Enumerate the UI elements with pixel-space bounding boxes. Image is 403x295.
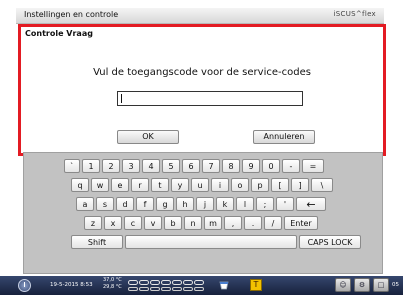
on-screen-keyboard: ` 1 2 3 4 5 6 7 8 9 0 - = q w e r t y u … [23, 152, 383, 274]
key[interactable]: [ [271, 178, 289, 192]
control-question-dialog: Controle Vraag Vul de toegangscode voor … [18, 24, 386, 156]
key[interactable]: p [251, 178, 269, 192]
shift-key[interactable]: Shift [71, 235, 123, 249]
power-icon[interactable] [18, 279, 31, 292]
sample-pill [183, 287, 193, 291]
key[interactable]: z [84, 216, 102, 230]
key[interactable]: i [211, 178, 229, 192]
key[interactable]: 7 [202, 159, 220, 173]
key[interactable]: \ [311, 178, 333, 192]
space-key[interactable] [125, 235, 297, 249]
sample-pill [128, 287, 138, 291]
key[interactable]: 4 [142, 159, 160, 173]
enter-key[interactable]: Enter [284, 216, 318, 230]
key[interactable]: f [136, 197, 154, 211]
title-bar: Instellingen en controle iSCUS^flex [16, 8, 384, 24]
brand-logo: iSCUS^flex [333, 10, 376, 18]
temperature-readout: 37,0 °C 29,8 °C [103, 277, 122, 291]
dialog-title: Controle Vraag [25, 29, 93, 38]
sample-pill [150, 287, 160, 291]
key[interactable]: x [104, 216, 122, 230]
key[interactable]: t [151, 178, 169, 192]
key[interactable]: q [71, 178, 89, 192]
temperature-2: 29,8 °C [103, 284, 122, 290]
text-caret [121, 94, 122, 103]
key[interactable]: 3 [122, 159, 140, 173]
backspace-key[interactable]: ← [296, 197, 326, 211]
sample-indicators [128, 287, 204, 291]
key[interactable]: 1 [82, 159, 100, 173]
key[interactable]: ' [276, 197, 294, 211]
key[interactable]: u [191, 178, 209, 192]
key[interactable]: 9 [242, 159, 260, 173]
dialog-prompt: Vul de toegangscode voor de service-code… [93, 67, 311, 78]
access-code-input[interactable] [117, 91, 303, 106]
sample-pill [139, 287, 149, 291]
window-title: Instellingen en controle [24, 10, 119, 19]
key[interactable]: g [156, 197, 174, 211]
sample-pill [194, 287, 204, 291]
status-pill [183, 280, 193, 285]
key[interactable]: s [96, 197, 114, 211]
key[interactable]: m [204, 216, 222, 230]
temperature-1: 37,0 °C [103, 277, 122, 283]
status-pill [194, 280, 204, 285]
key[interactable]: ` [64, 159, 80, 173]
user-icon[interactable]: ☺ [335, 278, 351, 292]
key[interactable]: 6 [182, 159, 200, 173]
key[interactable]: 8 [222, 159, 240, 173]
window-icon[interactable]: □ [373, 278, 389, 292]
key[interactable]: k [216, 197, 234, 211]
key[interactable]: - [282, 159, 300, 173]
date-time: 19-5-2015 8:53 [50, 282, 93, 288]
key[interactable]: 2 [102, 159, 120, 173]
key[interactable]: . [244, 216, 262, 230]
key[interactable]: = [302, 159, 324, 173]
status-pill [172, 280, 182, 285]
key[interactable]: r [131, 178, 149, 192]
key[interactable]: / [264, 216, 282, 230]
temperature-icon: T [250, 279, 262, 291]
key[interactable]: j [196, 197, 214, 211]
taskbar: 19-5-2015 8:53 37,0 °C 29,8 °C T ☺ ⚙ □ 0… [0, 276, 403, 295]
key[interactable]: , [224, 216, 242, 230]
sample-pill [161, 287, 171, 291]
page-number: 05 [392, 282, 399, 288]
key[interactable]: a [76, 197, 94, 211]
key[interactable]: d [116, 197, 134, 211]
key[interactable]: 0 [262, 159, 280, 173]
sample-pill [172, 287, 182, 291]
key[interactable]: b [164, 216, 182, 230]
key[interactable]: c [124, 216, 142, 230]
key[interactable]: ; [256, 197, 274, 211]
key[interactable]: ] [291, 178, 309, 192]
key[interactable]: e [111, 178, 129, 192]
status-pill [161, 280, 171, 285]
ok-button[interactable]: OK [117, 130, 179, 144]
status-pill [139, 280, 149, 285]
status-pill [128, 280, 138, 285]
status-indicators [128, 280, 204, 285]
gear-icon[interactable]: ⚙ [354, 278, 370, 292]
key[interactable]: n [184, 216, 202, 230]
cancel-button[interactable]: Annuleren [253, 130, 315, 144]
key[interactable]: h [176, 197, 194, 211]
key[interactable]: 5 [162, 159, 180, 173]
status-pill [150, 280, 160, 285]
caps-lock-key[interactable]: CAPS LOCK [299, 235, 361, 249]
key[interactable]: v [144, 216, 162, 230]
key[interactable]: o [231, 178, 249, 192]
key[interactable]: w [91, 178, 109, 192]
key[interactable]: y [171, 178, 189, 192]
key[interactable]: l [236, 197, 254, 211]
cup-icon [219, 281, 229, 290]
